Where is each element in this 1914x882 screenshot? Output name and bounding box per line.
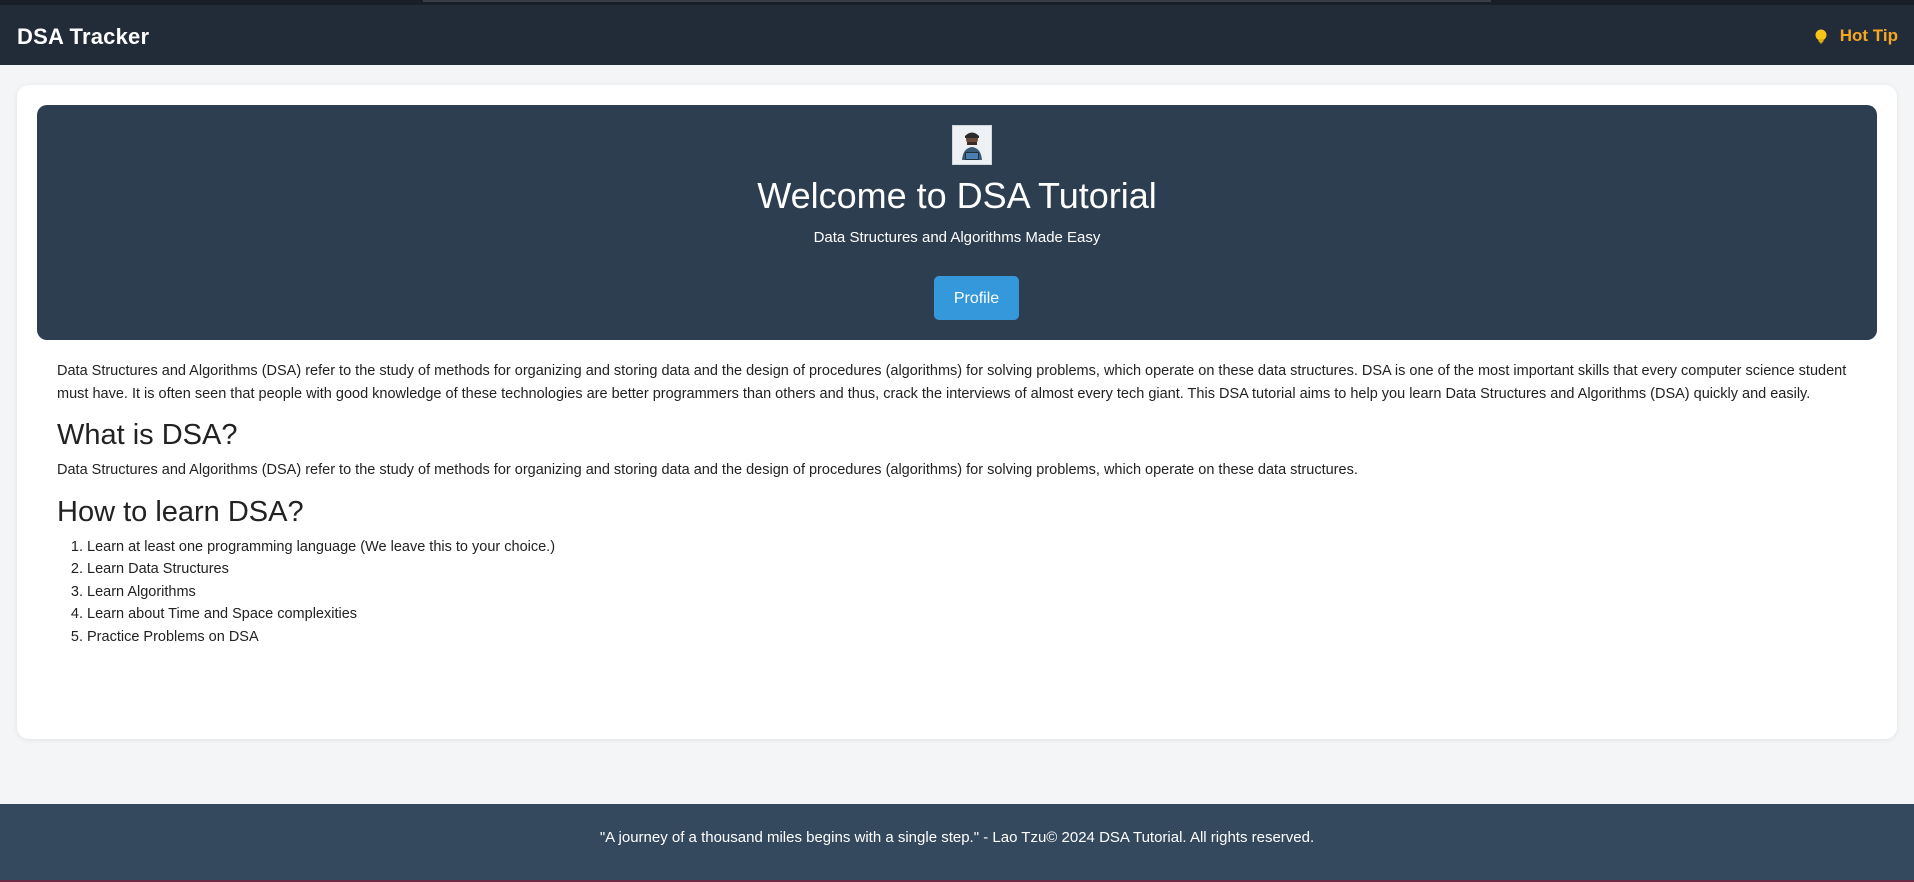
- what-is-dsa-heading: What is DSA?: [57, 419, 238, 451]
- list-item: Learn about Time and Space complexities: [87, 603, 1877, 626]
- article-content: Data Structures and Algorithms (DSA) ref…: [57, 360, 1877, 648]
- progress-strip: [423, 0, 1491, 2]
- lightbulb-icon: [1812, 27, 1830, 45]
- hero-title: Welcome to DSA Tutorial: [757, 175, 1157, 216]
- list-item: Practice Problems on DSA: [87, 626, 1877, 649]
- profile-button[interactable]: Profile: [934, 276, 1019, 320]
- top-navbar: DSA Tracker Hot Tip: [0, 0, 1914, 65]
- list-item: Learn at least one programming language …: [87, 536, 1877, 559]
- how-to-learn-heading: How to learn DSA?: [57, 495, 304, 528]
- developer-avatar-icon: [952, 125, 992, 165]
- what-is-dsa-paragraph: Data Structures and Algorithms (DSA) ref…: [57, 462, 1358, 478]
- list-item: Learn Data Structures: [87, 558, 1877, 581]
- brand-title[interactable]: DSA Tracker: [17, 24, 149, 50]
- intro-paragraph: Data Structures and Algorithms (DSA) ref…: [57, 363, 1847, 402]
- learning-steps-list: Learn at least one programming language …: [57, 536, 1877, 649]
- page-footer: "A journey of a thousand miles begins wi…: [0, 804, 1914, 882]
- hero-banner: Welcome to DSA Tutorial Data Structures …: [37, 105, 1877, 340]
- list-item: Learn Algorithms: [87, 581, 1877, 604]
- hot-tip-button[interactable]: Hot Tip: [1812, 26, 1898, 46]
- hero-subtitle: Data Structures and Algorithms Made Easy: [813, 229, 1101, 246]
- hot-tip-label: Hot Tip: [1839, 26, 1898, 45]
- main-card: Welcome to DSA Tutorial Data Structures …: [17, 85, 1897, 739]
- footer-text: "A journey of a thousand miles begins wi…: [599, 829, 1315, 846]
